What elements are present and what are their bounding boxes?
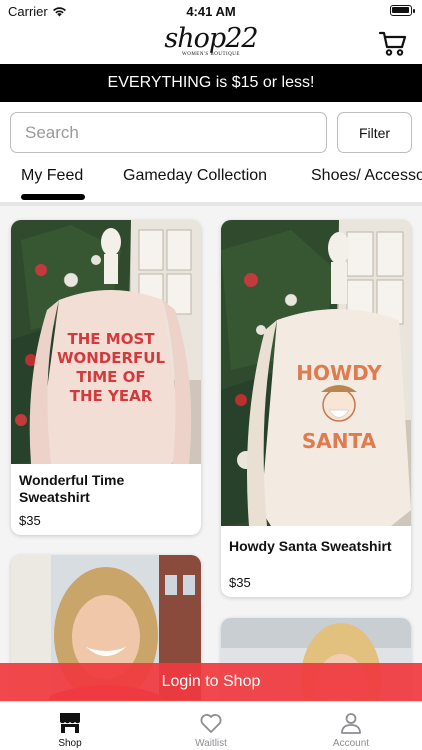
battery-level — [392, 7, 409, 13]
tab-gameday-collection[interactable]: Gameday Collection — [123, 167, 267, 185]
filter-button[interactable]: Filter — [337, 112, 412, 153]
cart-icon[interactable] — [378, 28, 408, 58]
shirt-print-line: THE MOST — [68, 330, 156, 348]
status-time: 4:41 AM — [186, 4, 236, 19]
tab-bar-label: Waitlist — [195, 738, 227, 749]
person-icon — [341, 713, 361, 734]
category-tabs: My Feed Gameday Collection Shoes/ Access… — [0, 160, 422, 202]
promo-text: EVERYTHING is $15 or less! — [107, 74, 315, 91]
tab-shoes-accessories[interactable]: Shoes/ Accessories — [311, 167, 422, 185]
search-input[interactable] — [10, 112, 327, 153]
tab-bar-account[interactable]: Account — [281, 702, 421, 750]
tab-bar-label: Account — [332, 738, 370, 749]
product-title[interactable]: Wonderful Time Sweatshirt — [19, 472, 193, 506]
shirt-print-line: WONDERFUL — [57, 349, 166, 367]
product-card[interactable]: THE MOST WONDERFUL TIME OF THE YEAR Wond… — [11, 220, 201, 535]
login-to-shop-button[interactable]: Login to Shop — [0, 663, 422, 701]
bottom-tab-bar: Shop Waitlist Account — [0, 701, 422, 750]
store-icon — [60, 713, 80, 733]
search-row: Filter — [10, 112, 412, 153]
shirt-print-line: THE YEAR — [70, 387, 153, 405]
product-image[interactable]: THE MOST WONDERFUL TIME OF THE YEAR — [11, 220, 201, 464]
promo-banner: EVERYTHING is $15 or less! — [0, 64, 422, 102]
logo: shop22 — [0, 22, 422, 56]
shirt-print-line: SANTA — [302, 429, 377, 453]
shirt-print-line: HOWDY — [296, 361, 382, 385]
tab-bar-shop[interactable]: Shop — [0, 702, 140, 750]
status-bar: Carrier 4:41 AM — [0, 0, 422, 22]
tab-my-feed[interactable]: My Feed — [21, 167, 83, 185]
shirt-print-line: TIME OF — [76, 368, 145, 386]
product-card[interactable]: HOWDY SANTA Howdy Santa Sweatshirt $35 — [221, 220, 411, 597]
heart-icon — [200, 714, 222, 733]
active-tab-indicator — [21, 194, 85, 200]
product-image[interactable]: HOWDY SANTA — [221, 220, 411, 526]
product-title[interactable]: Howdy Santa Sweatshirt — [229, 538, 403, 555]
login-banner-label: Login to Shop — [161, 673, 261, 690]
logo-subtext: WOMEN'S BOUTIQUE — [182, 52, 240, 57]
battery-icon — [390, 5, 415, 16]
tab-bar-label: Shop — [58, 738, 82, 749]
product-feed[interactable]: THE MOST WONDERFUL TIME OF THE YEAR Wond… — [0, 206, 422, 700]
logo-text: shop22 — [164, 23, 258, 54]
product-price: $35 — [229, 575, 251, 590]
product-price: $35 — [19, 513, 41, 528]
app-header: shop22 WOMEN'S BOUTIQUE — [0, 22, 422, 64]
tab-bar-waitlist[interactable]: Waitlist — [141, 702, 281, 750]
